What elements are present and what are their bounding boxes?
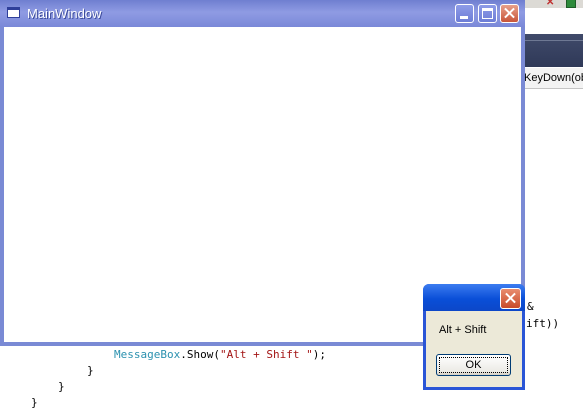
code-type: MessageBox bbox=[114, 348, 181, 361]
member-dropdown-label: KeyDown(ob bbox=[524, 72, 583, 84]
ok-button-label: OK bbox=[439, 357, 508, 373]
checkmark-icon[interactable] bbox=[566, 0, 576, 8]
code-string: "Alt + Shift " bbox=[219, 348, 313, 361]
close-icon bbox=[502, 290, 519, 307]
code-line-messagebox: MessageBox.Show("Alt + Shift "); bbox=[114, 348, 326, 361]
tab-strip-divider bbox=[524, 40, 583, 41]
maximize-button[interactable] bbox=[478, 4, 497, 23]
message-box-close-button[interactable] bbox=[500, 288, 521, 309]
code-brace: } bbox=[31, 396, 38, 409]
minimize-button[interactable] bbox=[455, 4, 474, 23]
code-fragment: ift)) bbox=[526, 317, 560, 330]
editor-tab-strip bbox=[524, 34, 583, 67]
delete-icon[interactable]: ✕ bbox=[546, 0, 554, 8]
window-app-icon[interactable] bbox=[7, 7, 20, 18]
window-title: MainWindow bbox=[27, 6, 102, 21]
code-call: .Show( bbox=[180, 348, 220, 361]
close-icon bbox=[501, 5, 518, 22]
close-button[interactable] bbox=[500, 4, 519, 23]
ok-button[interactable]: OK bbox=[436, 354, 511, 376]
code-fragment: & bbox=[527, 300, 534, 313]
code-brace: } bbox=[58, 380, 65, 393]
code-brace: } bbox=[87, 364, 94, 377]
message-text: Alt + Shift bbox=[439, 324, 487, 336]
code-call-end: ); bbox=[312, 348, 326, 361]
